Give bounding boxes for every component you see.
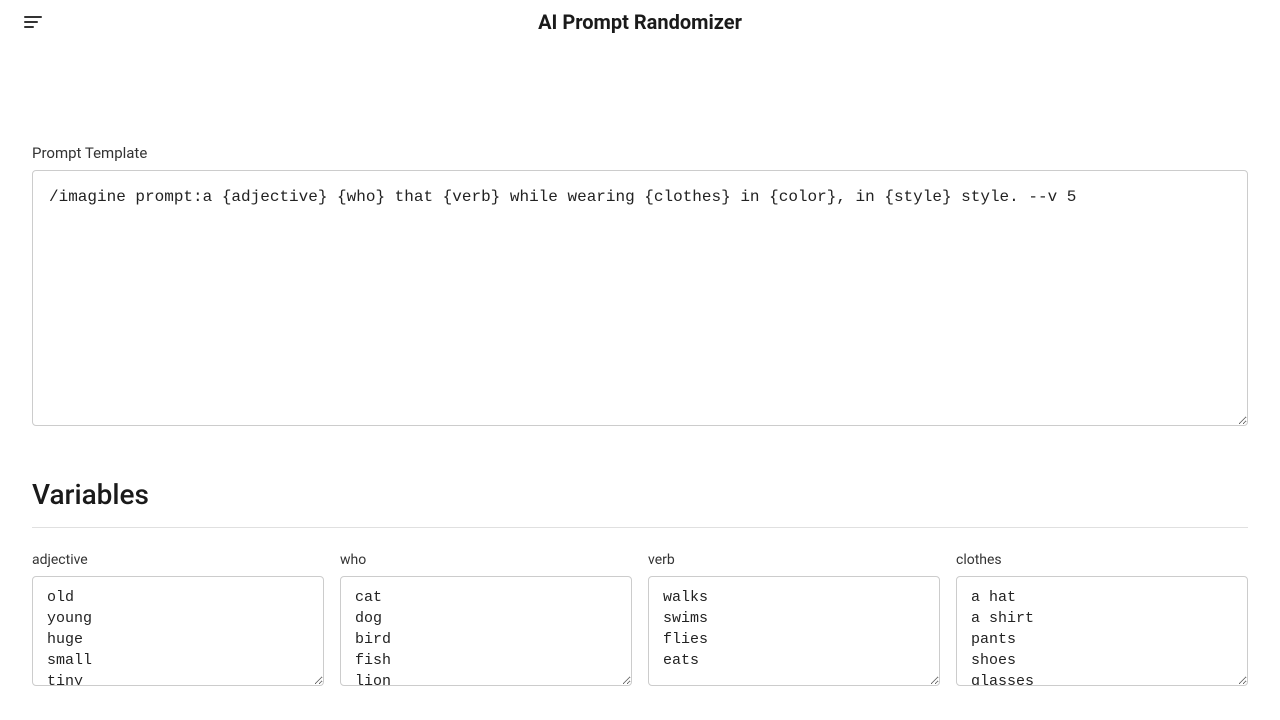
variable-input-clothes[interactable] [956, 576, 1248, 686]
variable-label: adjective [32, 552, 324, 568]
variable-block-clothes: clothes [956, 552, 1248, 686]
variables-grid: adjective who verb clothes [32, 552, 1248, 686]
menu-icon[interactable] [24, 16, 42, 28]
variable-input-adjective[interactable] [32, 576, 324, 686]
header: AI Prompt Randomizer [0, 0, 1280, 44]
main-content: Prompt Template Variables adjective who … [0, 144, 1280, 686]
section-divider [32, 527, 1248, 528]
variable-block-verb: verb [648, 552, 940, 686]
variable-label: who [340, 552, 632, 568]
prompt-template-input[interactable] [32, 170, 1248, 426]
variable-label: verb [648, 552, 940, 568]
variable-block-who: who [340, 552, 632, 686]
variables-heading: Variables [32, 478, 1248, 511]
variable-label: clothes [956, 552, 1248, 568]
variable-block-adjective: adjective [32, 552, 324, 686]
variable-input-verb[interactable] [648, 576, 940, 686]
prompt-template-label: Prompt Template [32, 144, 1248, 162]
page-title: AI Prompt Randomizer [538, 10, 742, 34]
variable-input-who[interactable] [340, 576, 632, 686]
